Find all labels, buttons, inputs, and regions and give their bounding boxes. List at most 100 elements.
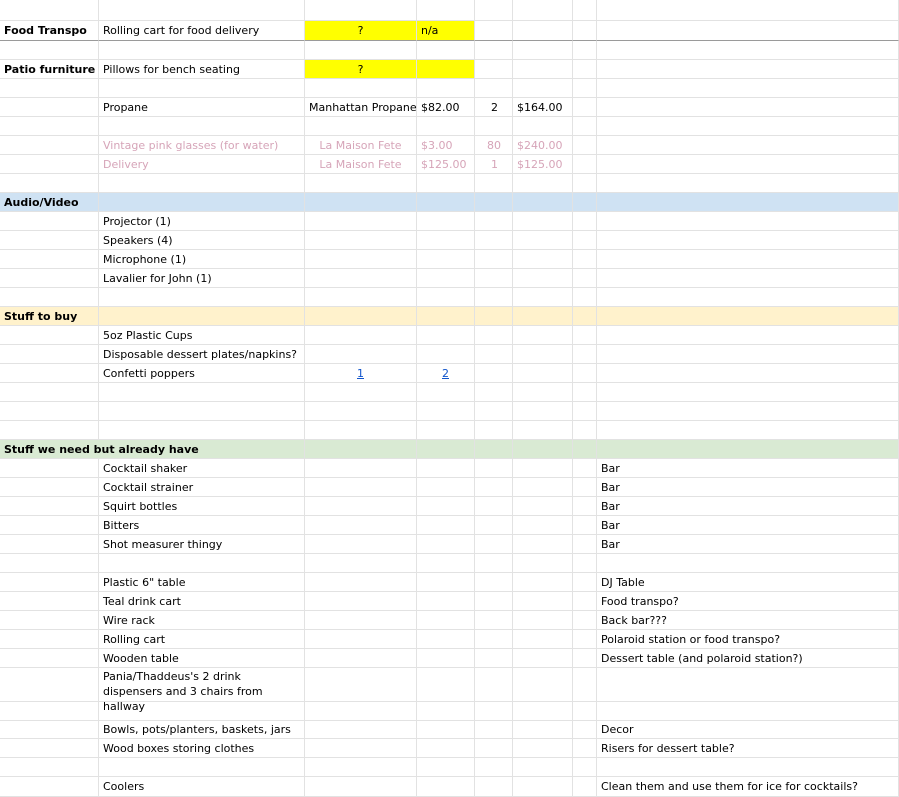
cell[interactable] xyxy=(417,212,475,231)
item-cell[interactable]: Confetti poppers xyxy=(99,364,305,383)
cell[interactable] xyxy=(0,364,99,383)
item-cell[interactable]: Pillows for bench seating xyxy=(99,60,305,79)
note-cell[interactable]: Back bar??? xyxy=(597,611,899,630)
cell[interactable] xyxy=(597,0,899,21)
cell[interactable] xyxy=(475,554,513,573)
cell[interactable] xyxy=(475,440,513,459)
cell[interactable] xyxy=(573,117,597,136)
cell[interactable] xyxy=(0,0,99,21)
cell[interactable] xyxy=(475,516,513,535)
cell[interactable] xyxy=(305,193,417,212)
cell[interactable] xyxy=(475,250,513,269)
cell[interactable] xyxy=(597,250,899,269)
cell[interactable] xyxy=(305,497,417,516)
cell[interactable] xyxy=(417,193,475,212)
cell[interactable] xyxy=(597,326,899,345)
cell[interactable] xyxy=(513,193,573,212)
cell[interactable] xyxy=(513,364,573,383)
qty-cell[interactable]: 2 xyxy=(475,98,513,117)
cell[interactable] xyxy=(475,739,513,758)
cell[interactable] xyxy=(513,21,573,41)
total-cell[interactable]: $240.00 xyxy=(513,136,573,155)
cell[interactable] xyxy=(475,777,513,797)
cell[interactable] xyxy=(305,554,417,573)
cell[interactable] xyxy=(305,421,417,440)
cell[interactable] xyxy=(0,497,99,516)
cell[interactable] xyxy=(513,41,573,60)
cell[interactable] xyxy=(513,573,573,592)
cell[interactable] xyxy=(475,611,513,630)
cell[interactable] xyxy=(597,440,899,459)
cell[interactable] xyxy=(513,421,573,440)
qty-cell[interactable] xyxy=(417,60,475,79)
cell[interactable] xyxy=(475,79,513,98)
cell[interactable] xyxy=(475,758,513,777)
cell[interactable] xyxy=(417,421,475,440)
section-header[interactable]: Stuff to buy xyxy=(0,307,99,326)
cell[interactable] xyxy=(475,630,513,649)
cell[interactable] xyxy=(99,79,305,98)
item-cell[interactable]: 5oz Plastic Cups xyxy=(99,326,305,345)
cell[interactable] xyxy=(475,478,513,497)
cell[interactable] xyxy=(99,41,305,60)
item-cell[interactable]: Shot measurer thingy xyxy=(99,535,305,554)
cell[interactable] xyxy=(513,307,573,326)
cell[interactable] xyxy=(417,231,475,250)
cell[interactable] xyxy=(475,364,513,383)
cell[interactable] xyxy=(0,136,99,155)
cell[interactable] xyxy=(417,478,475,497)
cell[interactable] xyxy=(417,649,475,668)
item-cell[interactable]: Wire rack xyxy=(99,611,305,630)
cell[interactable] xyxy=(573,739,597,758)
note-cell[interactable]: Bar xyxy=(597,535,899,554)
cell[interactable] xyxy=(0,288,99,307)
cell[interactable] xyxy=(417,326,475,345)
cell[interactable] xyxy=(417,739,475,758)
cell[interactable] xyxy=(597,136,899,155)
cell[interactable] xyxy=(573,307,597,326)
cell[interactable] xyxy=(417,174,475,193)
cell[interactable] xyxy=(475,459,513,478)
cell[interactable] xyxy=(0,739,99,758)
cell[interactable] xyxy=(573,345,597,364)
item-cell[interactable]: Speakers (4) xyxy=(99,231,305,250)
note-cell[interactable]: Bar xyxy=(597,459,899,478)
cell[interactable] xyxy=(597,60,899,79)
cell[interactable] xyxy=(305,345,417,364)
cell[interactable] xyxy=(99,383,305,402)
cell[interactable] xyxy=(597,288,899,307)
link-1[interactable]: 1 xyxy=(357,367,364,380)
cell[interactable] xyxy=(0,345,99,364)
note-cell[interactable] xyxy=(597,668,899,702)
cell[interactable] xyxy=(0,231,99,250)
cell[interactable] xyxy=(597,364,899,383)
note-cell[interactable]: Food transpo? xyxy=(597,592,899,611)
cell[interactable] xyxy=(305,611,417,630)
cell[interactable] xyxy=(513,611,573,630)
item-cell[interactable]: Bowls, pots/planters, baskets, jars xyxy=(99,720,305,739)
item-cell[interactable]: Microphone (1) xyxy=(99,250,305,269)
cell[interactable] xyxy=(475,535,513,554)
cell[interactable] xyxy=(513,720,573,739)
cell[interactable] xyxy=(597,402,899,421)
cell[interactable] xyxy=(99,702,305,721)
cell[interactable] xyxy=(513,326,573,345)
cell[interactable] xyxy=(573,758,597,777)
cell[interactable] xyxy=(475,702,513,721)
cell[interactable] xyxy=(417,573,475,592)
cell[interactable] xyxy=(305,720,417,739)
cell[interactable] xyxy=(305,630,417,649)
note-cell[interactable]: Bar xyxy=(597,516,899,535)
note-cell[interactable]: Risers for dessert table? xyxy=(597,739,899,758)
cell[interactable] xyxy=(0,592,99,611)
cell[interactable] xyxy=(513,535,573,554)
cell[interactable] xyxy=(597,212,899,231)
item-cell[interactable]: Delivery xyxy=(99,155,305,174)
cell[interactable] xyxy=(0,611,99,630)
cell[interactable] xyxy=(475,60,513,79)
item-cell[interactable]: Propane xyxy=(99,98,305,117)
price-cell[interactable]: $82.00 xyxy=(417,98,475,117)
cell[interactable] xyxy=(475,720,513,739)
cell[interactable] xyxy=(573,21,597,41)
cell[interactable] xyxy=(417,79,475,98)
